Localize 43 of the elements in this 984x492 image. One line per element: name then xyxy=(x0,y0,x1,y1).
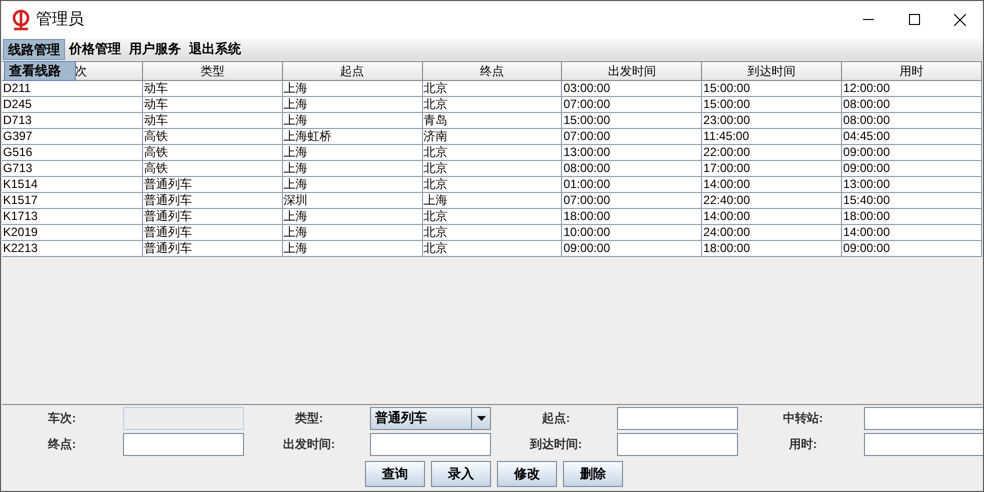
table-cell: 18:00:00 xyxy=(702,241,842,257)
column-header[interactable]: 用时 xyxy=(842,62,982,81)
field-label: 终点: xyxy=(46,436,77,453)
window-title: 管理员 xyxy=(36,10,84,30)
table-cell: 09:00:00 xyxy=(562,241,702,257)
column-header[interactable]: 类型 xyxy=(142,62,283,81)
field-label: 到达时间: xyxy=(528,436,583,453)
minimize-icon xyxy=(862,19,874,20)
table-cell: 09:00:00 xyxy=(842,241,982,257)
table-cell: 普通列车 xyxy=(142,241,283,257)
column-header[interactable]: 到达时间 xyxy=(702,62,842,81)
menu-item[interactable]: 退出系统 xyxy=(185,38,245,60)
field-label: 中转站: xyxy=(782,410,824,427)
close-icon xyxy=(954,14,966,26)
menu-item[interactable]: 用户服务 xyxy=(125,38,185,60)
field-label: 车次: xyxy=(47,410,77,427)
table-cell: 北京 xyxy=(422,241,562,257)
table-cell: 上海 xyxy=(282,241,423,257)
field-label: 类型: xyxy=(294,410,324,427)
type-dropdown[interactable]: 普通列车 xyxy=(370,406,491,430)
column-header[interactable]: 终点 xyxy=(422,62,562,81)
field-label: 出发时间: xyxy=(282,436,336,453)
table-cell: K2213 xyxy=(2,241,143,257)
menu-entry[interactable]: 查看线路 xyxy=(5,62,75,80)
field-label: 起点: xyxy=(541,410,571,427)
input-field[interactable] xyxy=(617,432,738,456)
field-label: 用时: xyxy=(788,436,818,453)
action-button[interactable]: 修改 xyxy=(497,461,557,487)
maximize-icon xyxy=(908,14,920,25)
input-field[interactable] xyxy=(864,406,983,430)
input-field[interactable] xyxy=(864,432,983,456)
caret-icon xyxy=(476,416,486,420)
input-field[interactable] xyxy=(123,432,244,456)
action-button[interactable]: 查询 xyxy=(365,461,425,487)
input-field[interactable] xyxy=(617,406,738,430)
action-button[interactable]: 删除 xyxy=(563,461,623,487)
column-header[interactable]: 出发时间 xyxy=(562,62,702,81)
train-logo-icon xyxy=(10,8,32,30)
menu-item[interactable]: 价格管理 xyxy=(65,38,125,60)
action-button[interactable]: 录入 xyxy=(431,461,491,487)
menu-item[interactable]: 线路管理 xyxy=(3,38,65,60)
column-header[interactable]: 起点 xyxy=(282,62,423,81)
input-field[interactable] xyxy=(370,432,491,456)
